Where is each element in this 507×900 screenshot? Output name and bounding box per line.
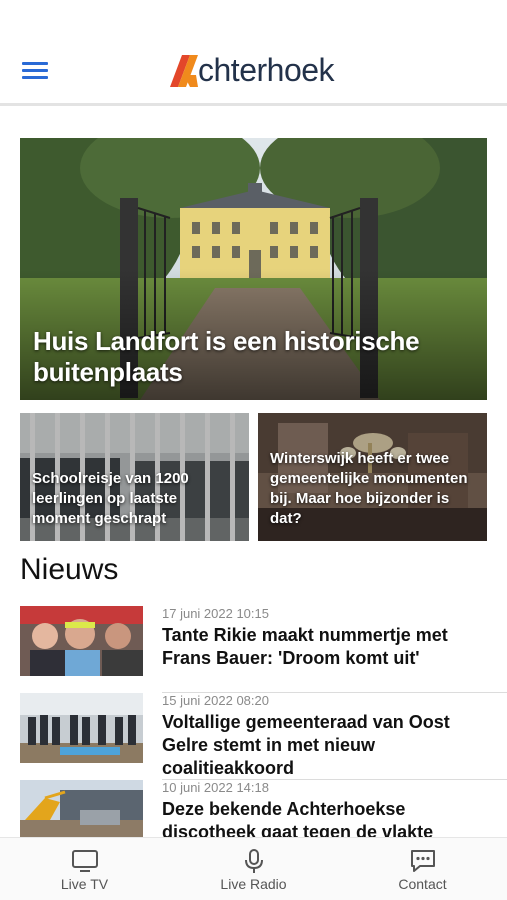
news-headline: Voltallige gemeenteraad van Oost Gelre s… <box>162 712 450 778</box>
section-title: Nieuws <box>20 553 119 586</box>
card-article-winterswijk[interactable]: Winterswijk heeft er twee gemeentelijke … <box>258 413 487 541</box>
hero-article[interactable]: Huis Landfort is een historische buitenp… <box>20 138 487 400</box>
chat-bubble-icon <box>410 850 435 872</box>
nav-label: Contact <box>398 876 447 892</box>
news-date: 17 juni 2022 10:15 <box>162 606 269 621</box>
news-date: 10 juni 2022 14:18 <box>162 780 269 795</box>
microphone-icon <box>244 849 263 873</box>
nav-live-radio[interactable]: Live Radio <box>169 838 338 900</box>
news-item[interactable]: 17 juni 2022 10:15 Tante Rikie maakt num… <box>20 606 507 693</box>
nav-contact[interactable]: Contact <box>338 838 507 900</box>
app-logo[interactable]: chterhoek <box>168 51 335 88</box>
news-thumbnail <box>20 693 143 763</box>
logo-text: chterhoek <box>198 51 335 88</box>
news-item[interactable]: 15 juni 2022 08:20 Voltallige gemeentera… <box>20 693 507 780</box>
news-thumbnail <box>20 606 143 676</box>
nav-live-tv[interactable]: Live TV <box>0 838 169 900</box>
card-article-schoolreisje[interactable]: Schoolreisje van 1200 leerlingen op laat… <box>20 413 249 541</box>
tv-icon <box>71 850 98 872</box>
bottom-navigation: Live TV Live Radio Contact <box>0 837 507 900</box>
hamburger-icon[interactable] <box>22 62 48 82</box>
nav-label: Live TV <box>60 876 109 892</box>
card-title: Winterswijk heeft er twee gemeentelijke … <box>270 450 468 527</box>
news-date: 15 juni 2022 08:20 <box>162 693 269 708</box>
logo-mark-icon <box>170 55 198 87</box>
nav-label: Live Radio <box>220 876 287 892</box>
card-title: Schoolreisje van 1200 leerlingen op laat… <box>32 470 189 527</box>
app-header: chterhoek <box>0 0 507 106</box>
news-headline: Tante Rikie maakt nummertje met Frans Ba… <box>162 625 448 668</box>
hero-title: Huis Landfort is een historische buitenp… <box>33 326 420 387</box>
